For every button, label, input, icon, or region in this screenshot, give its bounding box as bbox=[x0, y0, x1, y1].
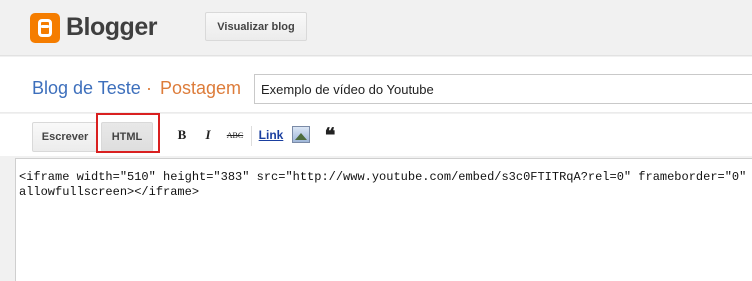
logo-text[interactable]: Blogger bbox=[66, 13, 157, 42]
image-icon[interactable] bbox=[292, 126, 310, 143]
strikethrough-button[interactable]: ABC bbox=[226, 127, 244, 143]
compose-tab[interactable]: Escrever bbox=[32, 122, 98, 152]
bold-button[interactable]: B bbox=[176, 127, 188, 143]
post-title-row: Blog de Teste · Postagem bbox=[0, 57, 752, 113]
top-bar: Blogger Visualizar blog bbox=[0, 0, 752, 56]
editor-toolbar: Escrever HTML B I ABC Link ❝ bbox=[0, 113, 752, 156]
view-blog-button[interactable]: Visualizar blog bbox=[205, 12, 307, 41]
blogger-logo-icon[interactable] bbox=[30, 13, 60, 43]
breadcrumb-section: Postagem bbox=[160, 78, 242, 98]
quote-button[interactable]: ❝ bbox=[322, 124, 338, 147]
link-button[interactable]: Link bbox=[258, 127, 284, 143]
blog-name-link[interactable]: Blog de Teste bbox=[32, 78, 141, 99]
html-tab-highlight bbox=[96, 113, 160, 153]
html-editor[interactable]: <iframe width="510" height="383" src="ht… bbox=[15, 158, 752, 281]
breadcrumb-separator: · bbox=[146, 78, 152, 98]
post-title-input[interactable] bbox=[254, 74, 752, 104]
toolbar-divider bbox=[251, 126, 252, 146]
editor-content[interactable]: <iframe width="510" height="383" src="ht… bbox=[19, 170, 749, 200]
italic-button[interactable]: I bbox=[202, 127, 214, 143]
